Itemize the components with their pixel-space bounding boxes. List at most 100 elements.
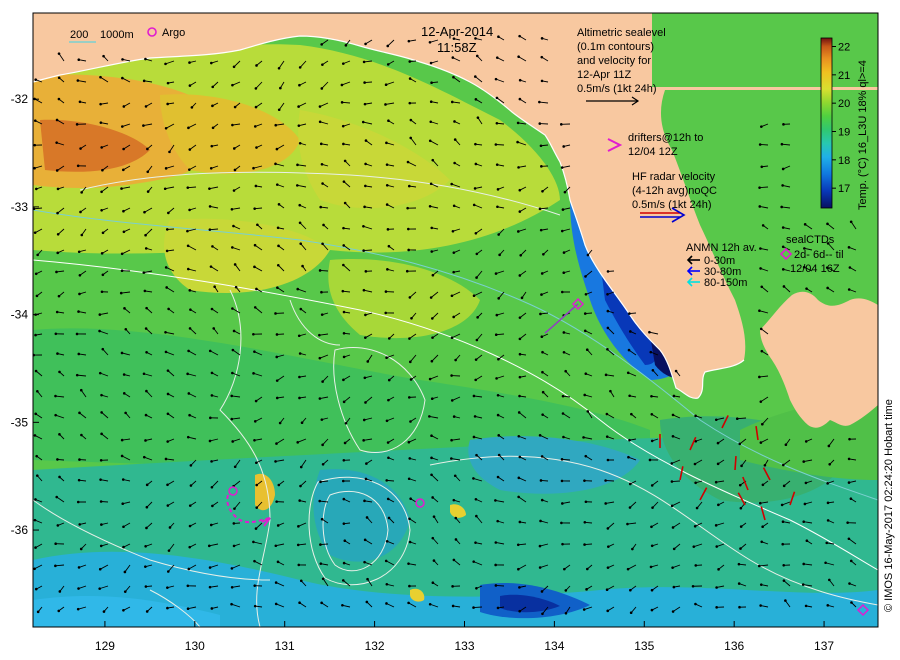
lon-tick-label: 135 xyxy=(634,639,654,653)
velocity-arrow-head xyxy=(79,147,82,150)
velocity-arrow-head xyxy=(672,585,676,589)
velocity-arrow-head xyxy=(453,161,456,165)
velocity-arrow-head xyxy=(296,184,299,187)
velocity-arrow-head xyxy=(364,139,368,142)
velocity-arrow-head xyxy=(387,244,391,248)
velocity-arrow-head xyxy=(781,520,785,524)
velocity-arrow-head xyxy=(714,480,718,484)
velocity-arrow-head xyxy=(58,433,61,436)
velocity-arrow-head xyxy=(540,165,543,168)
velocity-arrow-head xyxy=(80,433,83,437)
velocity-arrow-head xyxy=(758,375,761,379)
velocity-arrow-head xyxy=(693,462,697,466)
velocity-arrow-head xyxy=(77,310,80,313)
velocity-arrow-head xyxy=(33,119,37,122)
velocity-arrow-head xyxy=(341,603,344,607)
velocity-arrow-head xyxy=(36,253,39,257)
velocity-arrow-head xyxy=(760,165,764,169)
velocity-arrow-head xyxy=(475,453,478,457)
velocity-arrow-head xyxy=(143,210,146,214)
velocity-arrow-head xyxy=(430,397,434,401)
velocity-arrow-head xyxy=(365,462,368,465)
velocity-arrow-head xyxy=(847,537,851,541)
velocity-arrow-head xyxy=(165,249,169,253)
velocity-arrow-head xyxy=(208,205,212,208)
velocity-arrow-head xyxy=(450,100,454,104)
velocity-arrow-head xyxy=(232,147,236,150)
velocity-arrow-head xyxy=(144,247,148,250)
velocity-arrow-head xyxy=(122,230,126,234)
velocity-arrow-head xyxy=(318,499,322,503)
velocity-arrow-head xyxy=(144,565,147,568)
velocity-arrow-head xyxy=(803,502,807,506)
velocity-arrow-head xyxy=(33,166,36,170)
velocity-arrow-head xyxy=(122,373,126,376)
velocity-arrow-head xyxy=(560,479,564,483)
velocity-arrow-head xyxy=(735,417,739,421)
velocity-arrow-head xyxy=(740,464,743,468)
velocity-arrow-head xyxy=(164,457,168,461)
velocity-arrow-head xyxy=(164,62,167,66)
velocity-arrow-head xyxy=(145,610,149,613)
velocity-arrow-head xyxy=(209,416,212,420)
velocity-arrow-head xyxy=(452,204,456,208)
velocity-arrow-head xyxy=(213,285,216,289)
velocity-arrow-head xyxy=(320,313,324,316)
velocity-arrow-head xyxy=(407,477,411,481)
lat-tick-label: -36 xyxy=(11,523,29,537)
velocity-arrow-head xyxy=(717,568,720,571)
velocity-arrow-head xyxy=(451,604,455,608)
velocity-arrow-head xyxy=(35,454,38,458)
velocity-arrow-head xyxy=(277,244,280,248)
velocity-arrow-head xyxy=(782,563,786,567)
velocity-arrow-head xyxy=(298,352,302,355)
velocity-arrow-head xyxy=(781,463,785,467)
velocity-arrow-head xyxy=(409,360,412,364)
velocity-arrow-head xyxy=(452,251,456,254)
velocity-arrow-head xyxy=(276,263,280,267)
velocity-arrow-head xyxy=(277,66,281,70)
velocity-arrow-head xyxy=(166,440,169,443)
velocity-arrow-head xyxy=(35,474,39,477)
velocity-arrow-head xyxy=(276,226,280,230)
velocity-arrow-head xyxy=(208,439,212,443)
velocity-arrow-head xyxy=(230,394,234,398)
velocity-arrow-head xyxy=(428,377,432,381)
velocity-arrow-head xyxy=(386,63,390,66)
velocity-arrow-head xyxy=(274,581,278,584)
velocity-arrow-head xyxy=(628,394,631,398)
velocity-arrow-head xyxy=(365,516,369,519)
velocity-arrow-head xyxy=(385,479,389,482)
velocity-arrow-head xyxy=(99,478,102,481)
velocity-arrow-head xyxy=(541,413,544,416)
altimetry-line-1: Altimetric sealevel xyxy=(577,27,666,39)
velocity-arrow-head xyxy=(275,500,278,503)
velocity-arrow-head xyxy=(254,105,258,109)
velocity-arrow-head xyxy=(233,105,237,109)
velocity-arrow-head xyxy=(518,274,522,277)
velocity-arrow-head xyxy=(450,438,453,442)
velocity-arrow-head xyxy=(231,246,234,249)
velocity-arrow-head xyxy=(494,77,498,81)
velocity-arrow-head xyxy=(739,547,742,550)
velocity-arrow-head xyxy=(518,455,522,459)
velocity-arrow-head xyxy=(450,457,453,460)
velocity-arrow-head xyxy=(430,359,434,363)
velocity-arrow-head xyxy=(828,578,831,582)
velocity-arrow-head xyxy=(297,334,301,338)
velocity-arrow-head xyxy=(253,420,257,423)
velocity-arrow-head xyxy=(384,559,388,563)
velocity-arrow-head xyxy=(848,582,851,585)
velocity-arrow-head xyxy=(56,187,60,191)
velocity-arrow-head xyxy=(255,461,258,465)
velocity-arrow-head xyxy=(385,539,389,543)
velocity-arrow-head xyxy=(782,123,785,126)
velocity-arrow-head xyxy=(55,310,59,314)
velocity-arrow-head xyxy=(145,526,148,530)
velocity-arrow-head xyxy=(540,590,544,593)
velocity-arrow-head xyxy=(321,380,324,383)
velocity-arrow-head xyxy=(102,54,105,58)
velocity-arrow-head xyxy=(495,313,499,317)
lon-tick-label: 137 xyxy=(814,639,834,653)
lon-tick-label: 134 xyxy=(544,639,564,653)
